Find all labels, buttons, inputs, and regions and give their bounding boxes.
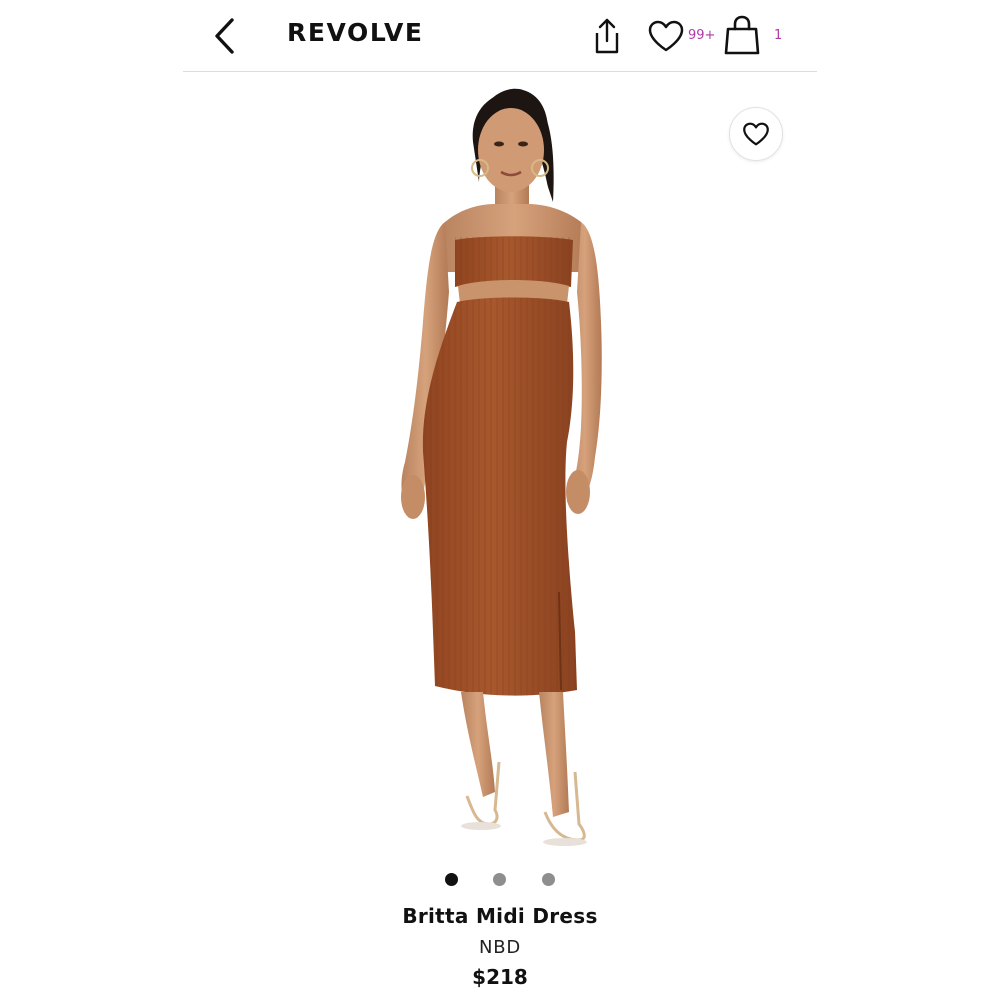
heart-outline-icon [743, 122, 769, 146]
product-page: REVOLVE 99+ 1 Britta Midi Dress NBD $218 [0, 0, 1000, 1000]
image-carousel-indicator [0, 873, 1000, 887]
wishlist-count-badge: 99+ [688, 28, 716, 43]
carousel-dot-3[interactable] [542, 873, 555, 886]
share-icon [595, 18, 619, 54]
product-image[interactable] [183, 72, 817, 862]
brand-logo[interactable]: REVOLVE [287, 18, 424, 47]
top-nav-bar: REVOLVE 99+ 1 [183, 0, 817, 72]
product-price: $218 [472, 965, 528, 989]
product-name: Britta Midi Dress [402, 904, 598, 928]
cut-off-text [480, 995, 620, 1000]
chevron-left-icon [215, 18, 234, 54]
back-button[interactable] [203, 14, 247, 58]
shopping-bag-icon [724, 15, 760, 55]
share-button[interactable] [587, 14, 627, 58]
model-photo [401, 88, 602, 846]
heart-outline-icon [648, 20, 684, 52]
add-to-wishlist-button[interactable] [729, 107, 783, 161]
bag-button[interactable] [722, 12, 762, 58]
wishlist-button[interactable] [645, 14, 687, 58]
product-brand-link[interactable]: NBD [0, 937, 1000, 958]
carousel-dot-1[interactable] [445, 873, 458, 886]
bag-count-badge: 1 [774, 28, 783, 43]
carousel-dot-2[interactable] [493, 873, 506, 886]
